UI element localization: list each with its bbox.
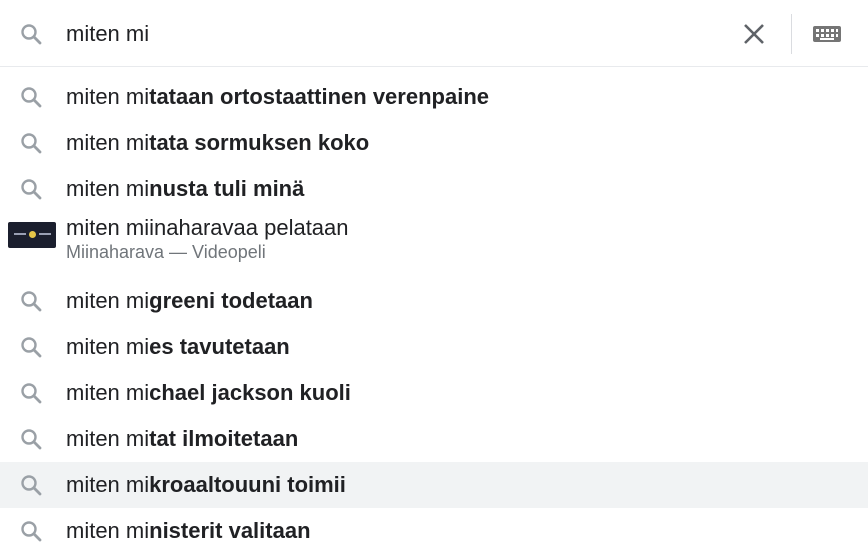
suggestion-item[interactable]: miten mies tavutetaan [0,324,868,370]
suggestion-item[interactable]: miten ministerit valitaan [0,508,868,554]
suggestion-text: miten mies tavutetaan [66,333,290,361]
search-icon [19,177,43,201]
search-icon [19,85,43,109]
suggestion-completion: nisterit valitaan [149,518,311,543]
search-icon [19,335,43,359]
search-icon [19,289,43,313]
suggestion-completion: kroaaltouuni toimii [149,472,346,497]
search-icon [19,427,43,451]
suggestion-prefix: miten mi [66,130,150,155]
suggestion-completion: tata sormuksen koko [149,130,370,155]
suggestion-item[interactable]: miten mitata sormuksen koko [0,120,868,166]
suggestion-text: miten michael jackson kuoli [66,379,351,407]
suggestion-prefix: miten mi [66,334,150,359]
suggestion-item[interactable]: miten miinaharavaa pelataan Miinaharava —… [0,212,868,278]
suggestion-completion: es tavutetaan [149,334,290,359]
suggestion-completion: greeni todetaan [149,288,313,313]
suggestion-title: miten miinaharavaa pelataan [66,215,349,240]
minesweeper-thumbnail [8,222,56,248]
suggestion-completion: chael jackson kuoli [149,380,351,405]
suggestion-prefix: miten mi [66,84,150,109]
suggestion-prefix: miten mi [66,176,150,201]
suggestion-completion: tataan ortostaattinen verenpaine [149,84,489,109]
suggestion-list: miten mitataan ortostaattinen verenpaine… [0,74,868,554]
suggestion-text: miten minusta tuli minä [66,175,304,203]
suggestion-text: miten mitataan ortostaattinen verenpaine [66,83,489,111]
divider [791,14,792,54]
suggestion-subtitle: Miinaharava — Videopeli [66,242,266,262]
search-input[interactable] [66,17,706,51]
search-icon [19,381,43,405]
search-icon [19,519,43,543]
search-bar [0,0,868,67]
suggestion-text: miten migreeni todetaan [66,287,313,315]
search-icon [19,473,43,497]
keyboard-icon[interactable] [812,24,842,44]
suggestion-prefix: miten mi [66,288,150,313]
suggestion-prefix: miten mi [66,380,150,405]
suggestion-text: miten mitat ilmoitetaan [66,425,298,453]
suggestion-text: miten ministerit valitaan [66,517,311,545]
suggestion-prefix: miten mi [66,472,150,497]
suggestion-completion: nusta tuli minä [149,176,305,201]
suggestion-item[interactable]: miten minusta tuli minä [0,166,868,212]
suggestion-item[interactable]: miten migreeni todetaan [0,278,868,324]
search-icon [19,131,43,155]
suggestion-completion: tat ilmoitetaan [149,426,299,451]
suggestion-item[interactable]: miten mitataan ortostaattinen verenpaine [0,74,868,120]
suggestion-prefix: miten mi [66,426,150,451]
close-icon[interactable] [740,20,768,48]
suggestion-item[interactable]: miten michael jackson kuoli [0,370,868,416]
search-icon [21,24,42,45]
suggestion-prefix: miten mi [66,518,150,543]
suggestion-text: miten mitata sormuksen koko [66,129,369,157]
suggestion-text: miten mikroaaltouuni toimii [66,471,346,499]
suggestion-item[interactable]: miten mikroaaltouuni toimii [0,462,868,508]
suggestion-item[interactable]: miten mitat ilmoitetaan [0,416,868,462]
